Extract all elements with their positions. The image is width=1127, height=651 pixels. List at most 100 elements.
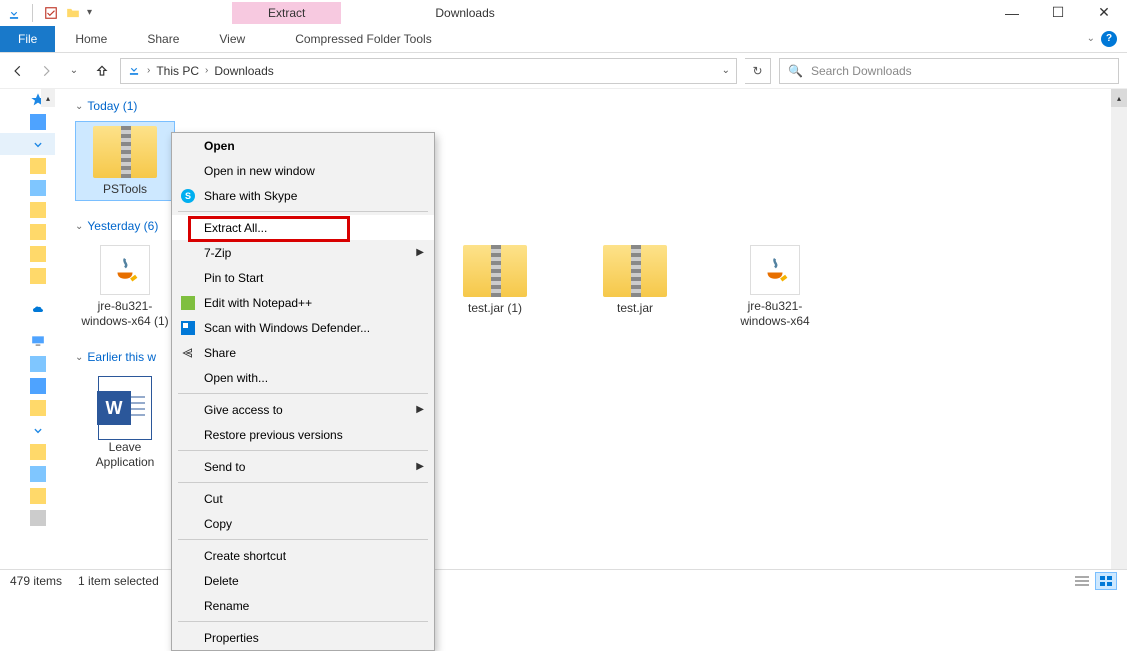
chevron-right-icon: ▶ — [416, 404, 424, 415]
chevron-down-icon: ⌄ — [75, 101, 83, 112]
search-input[interactable] — [811, 64, 1110, 78]
desktop-nav-icon[interactable] — [30, 378, 46, 394]
cm-defender[interactable]: Scan with Windows Defender... — [172, 315, 434, 340]
tab-share[interactable]: Share — [127, 26, 199, 52]
nav-forward-button[interactable] — [36, 61, 56, 81]
file-tab[interactable]: File — [0, 26, 55, 52]
file-label: PSTools — [103, 182, 147, 196]
file-testjar-1[interactable]: test.jar (1) — [445, 241, 545, 332]
tab-home[interactable]: Home — [55, 26, 127, 52]
group-yesterday-label: Yesterday (6) — [87, 219, 158, 233]
contextual-tab-header: Extract — [232, 2, 341, 24]
pictures-nav-icon[interactable] — [30, 466, 46, 482]
chevron-down-icon: ⌄ — [75, 221, 83, 232]
nav-back-button[interactable] — [8, 61, 28, 81]
this-pc-nav-icon[interactable] — [30, 334, 46, 350]
nav-up-button[interactable] — [92, 61, 112, 81]
qat-dropdown-icon[interactable]: ▾ — [87, 7, 92, 18]
navigation-pane[interactable]: ▴ — [0, 89, 55, 569]
cm-give-access[interactable]: Give access to▶ — [172, 397, 434, 422]
file-label: jre-8u321-windows-x64 (1) — [79, 299, 171, 328]
cm-create-shortcut[interactable]: Create shortcut — [172, 543, 434, 568]
folder-nav-icon[interactable] — [30, 224, 46, 240]
group-today-label: Today (1) — [87, 99, 137, 113]
breadcrumb-this-pc[interactable]: This PC — [156, 64, 199, 78]
close-button[interactable]: ✕ — [1081, 0, 1127, 25]
ribbon-tabs: File Home Share View Compressed Folder T… — [0, 25, 1127, 53]
desktop-nav-icon[interactable] — [30, 114, 46, 130]
details-view-button[interactable] — [1071, 572, 1093, 590]
pictures-nav-icon[interactable] — [30, 180, 46, 196]
file-leave-application[interactable]: W Leave Application — [75, 372, 175, 473]
cm-restore-versions[interactable]: Restore previous versions — [172, 422, 434, 447]
folder-qat-icon[interactable] — [65, 5, 81, 21]
chevron-right-icon: ▶ — [416, 247, 424, 258]
nav-recent-dropdown[interactable]: ⌄ — [64, 61, 84, 81]
tab-compressed-tools[interactable]: Compressed Folder Tools — [265, 26, 462, 52]
zip-icon — [603, 245, 667, 297]
notepadpp-icon — [181, 296, 195, 310]
file-label: test.jar — [617, 301, 653, 315]
scroll-up-button[interactable]: ▴ — [1111, 89, 1127, 107]
folder-nav-icon[interactable] — [30, 202, 46, 218]
maximize-button[interactable]: ☐ — [1035, 0, 1081, 25]
java-icon — [750, 245, 800, 295]
chevron-right-icon[interactable]: › — [147, 65, 150, 76]
folder-nav-icon[interactable] — [30, 246, 46, 262]
object3d-nav-icon[interactable] — [30, 356, 46, 372]
file-jre[interactable]: jre-8u321-windows-x64 — [725, 241, 825, 332]
status-bar: 479 items 1 item selected — [0, 569, 1127, 591]
file-jre-1[interactable]: jre-8u321-windows-x64 (1) — [75, 241, 175, 332]
downloads-nav-icon[interactable] — [30, 136, 46, 152]
cm-share-skype[interactable]: SShare with Skype — [172, 183, 434, 208]
help-icon[interactable]: ? — [1101, 31, 1117, 47]
cm-open[interactable]: Open — [172, 133, 434, 158]
chevron-right-icon: ▶ — [416, 461, 424, 472]
icons-view-button[interactable] — [1095, 572, 1117, 590]
cm-copy[interactable]: Copy — [172, 511, 434, 536]
cm-open-new-window[interactable]: Open in new window — [172, 158, 434, 183]
share-icon — [180, 345, 196, 361]
group-today[interactable]: ⌄ Today (1) — [75, 99, 1091, 113]
group-earlier-label: Earlier this w — [87, 350, 156, 364]
address-bar[interactable]: › This PC › Downloads ⌄ — [120, 58, 737, 84]
onedrive-nav-icon[interactable] — [30, 304, 46, 320]
cm-share[interactable]: Share — [172, 340, 434, 365]
java-icon — [100, 245, 150, 295]
videos-nav-icon[interactable] — [30, 488, 46, 504]
file-testjar[interactable]: test.jar — [585, 241, 685, 332]
cm-delete[interactable]: Delete — [172, 568, 434, 593]
documents-nav-icon[interactable] — [30, 400, 46, 416]
cm-pin-start[interactable]: Pin to Start — [172, 265, 434, 290]
cm-extract-all[interactable]: Extract All... — [172, 215, 434, 240]
cm-rename[interactable]: Rename — [172, 593, 434, 618]
chevron-right-icon[interactable]: › — [205, 65, 208, 76]
title-bar: ▾ Extract Downloads — ☐ ✕ — [0, 0, 1127, 25]
status-selected: 1 item selected — [78, 574, 159, 588]
cm-edit-notepadpp[interactable]: Edit with Notepad++ — [172, 290, 434, 315]
refresh-button[interactable]: ↻ — [745, 58, 771, 84]
defender-icon — [181, 321, 195, 335]
content-scrollbar[interactable]: ▴ — [1111, 89, 1127, 569]
downloads-nav-icon[interactable] — [30, 422, 46, 438]
folder-nav-icon[interactable] — [30, 268, 46, 284]
minimize-button[interactable]: — — [989, 0, 1035, 25]
cm-open-with[interactable]: Open with... — [172, 365, 434, 390]
chevron-down-icon: ⌄ — [75, 352, 83, 363]
address-icon — [127, 62, 141, 79]
cm-properties[interactable]: Properties — [172, 625, 434, 650]
cm-7zip[interactable]: 7-Zip▶ — [172, 240, 434, 265]
documents-nav-icon[interactable] — [30, 158, 46, 174]
ribbon-collapse-icon[interactable]: ⌄ — [1087, 33, 1095, 44]
breadcrumb-downloads[interactable]: Downloads — [214, 64, 273, 78]
music-nav-icon[interactable] — [30, 444, 46, 460]
file-pstools-zip[interactable]: PSTools — [75, 121, 175, 201]
drive-nav-icon[interactable] — [30, 510, 46, 526]
search-box[interactable]: 🔍 — [779, 58, 1119, 84]
cm-cut[interactable]: Cut — [172, 486, 434, 511]
nav-pane-scroll-up[interactable]: ▴ — [41, 89, 55, 107]
address-dropdown-icon[interactable]: ⌄ — [722, 65, 730, 76]
cm-send-to[interactable]: Send to▶ — [172, 454, 434, 479]
tab-view[interactable]: View — [199, 26, 265, 52]
properties-qat-icon[interactable] — [43, 5, 59, 21]
